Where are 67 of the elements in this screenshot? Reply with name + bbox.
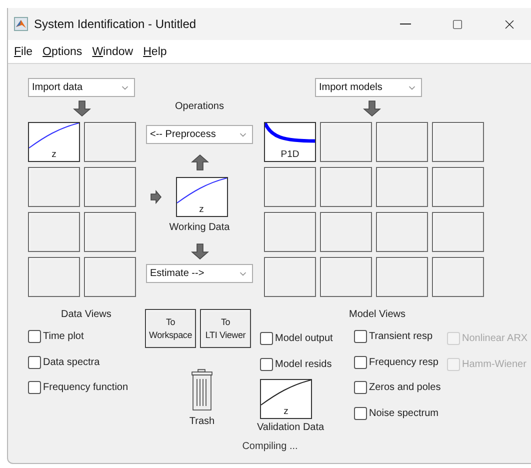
tile-label: P1D bbox=[280, 149, 300, 160]
trash-icon[interactable] bbox=[191, 369, 213, 411]
checkbox-option[interactable]: Frequency function bbox=[28, 375, 128, 400]
empty-tile[interactable] bbox=[432, 257, 484, 297]
import-data-dropdown[interactable]: Import data bbox=[28, 78, 135, 97]
empty-tile[interactable] bbox=[84, 212, 136, 252]
app-logo-icon bbox=[14, 17, 28, 31]
empty-tile[interactable] bbox=[432, 212, 484, 252]
section-heading: Data Views bbox=[61, 309, 112, 320]
preprocess-dropdown[interactable]: <-- Preprocess bbox=[146, 125, 253, 144]
section-heading: Operations bbox=[175, 101, 224, 112]
empty-tile[interactable] bbox=[264, 257, 316, 297]
data-tile[interactable]: z bbox=[28, 122, 80, 162]
empty-tile[interactable] bbox=[432, 167, 484, 207]
down-arrow-icon bbox=[190, 243, 208, 260]
tile-label: z bbox=[198, 204, 205, 215]
checkbox-option[interactable]: Model resids bbox=[260, 352, 332, 377]
menu-item[interactable]: Options bbox=[42, 46, 82, 58]
empty-tile[interactable] bbox=[376, 167, 428, 207]
empty-tile[interactable] bbox=[376, 212, 428, 252]
checkbox-option[interactable]: Time plot bbox=[28, 324, 84, 350]
empty-tile[interactable] bbox=[320, 167, 372, 207]
empty-tile[interactable] bbox=[28, 167, 80, 207]
data-tile[interactable]: z bbox=[260, 379, 312, 419]
menu-item[interactable]: Help bbox=[143, 46, 167, 58]
export-button[interactable]: To LTI Viewer bbox=[200, 309, 251, 348]
checkbox-option[interactable]: Model output bbox=[260, 326, 333, 352]
empty-tile[interactable] bbox=[320, 122, 372, 162]
down-arrow-icon bbox=[72, 100, 90, 117]
menu-item[interactable]: File bbox=[14, 46, 33, 58]
empty-tile[interactable] bbox=[84, 167, 136, 207]
working-data-caption: Working Data bbox=[169, 222, 230, 233]
up-arrow-icon bbox=[190, 154, 208, 171]
status-text: Compiling ... bbox=[241, 441, 299, 452]
empty-tile[interactable] bbox=[320, 212, 372, 252]
empty-tile[interactable] bbox=[432, 122, 484, 162]
empty-tile[interactable] bbox=[84, 122, 136, 162]
down-arrow-icon bbox=[363, 100, 381, 117]
menu-item[interactable]: Window bbox=[92, 46, 134, 58]
import-models-dropdown[interactable]: Import models bbox=[315, 78, 422, 97]
window-title: System Identification - Untitled bbox=[34, 17, 198, 31]
empty-tile[interactable] bbox=[84, 257, 136, 297]
empty-tile[interactable] bbox=[320, 257, 372, 297]
tile-label: z bbox=[50, 149, 58, 160]
empty-tile[interactable] bbox=[28, 257, 80, 297]
checkbox-option[interactable]: Data spectra bbox=[28, 350, 100, 375]
checkbox-option[interactable]: Zeros and poles bbox=[354, 375, 441, 400]
checkbox-option[interactable]: Transient resp bbox=[354, 324, 433, 350]
section-heading: Model Views bbox=[349, 309, 406, 320]
model-tile[interactable]: P1D bbox=[264, 122, 316, 162]
estimate-dropdown[interactable]: Estimate --> bbox=[146, 264, 253, 283]
maximize-icon bbox=[452, 18, 462, 30]
empty-tile[interactable] bbox=[264, 167, 316, 207]
empty-tile[interactable] bbox=[376, 257, 428, 297]
empty-tile[interactable] bbox=[28, 212, 80, 252]
response-plot-icon bbox=[265, 123, 315, 143]
empty-tile[interactable] bbox=[376, 122, 428, 162]
validation-data-caption: Validation Data bbox=[257, 422, 324, 433]
right-arrow-icon bbox=[150, 190, 162, 204]
data-tile[interactable]: z bbox=[176, 177, 228, 217]
export-button[interactable]: To Workspace bbox=[145, 309, 196, 348]
tile-label: z bbox=[282, 406, 290, 417]
trash-label: Trash bbox=[189, 416, 215, 427]
checkbox-option[interactable]: Frequency resp bbox=[354, 350, 438, 375]
checkbox-option[interactable]: Noise spectrum bbox=[354, 400, 438, 426]
minimize-icon bbox=[400, 23, 410, 25]
empty-tile[interactable] bbox=[264, 212, 316, 252]
